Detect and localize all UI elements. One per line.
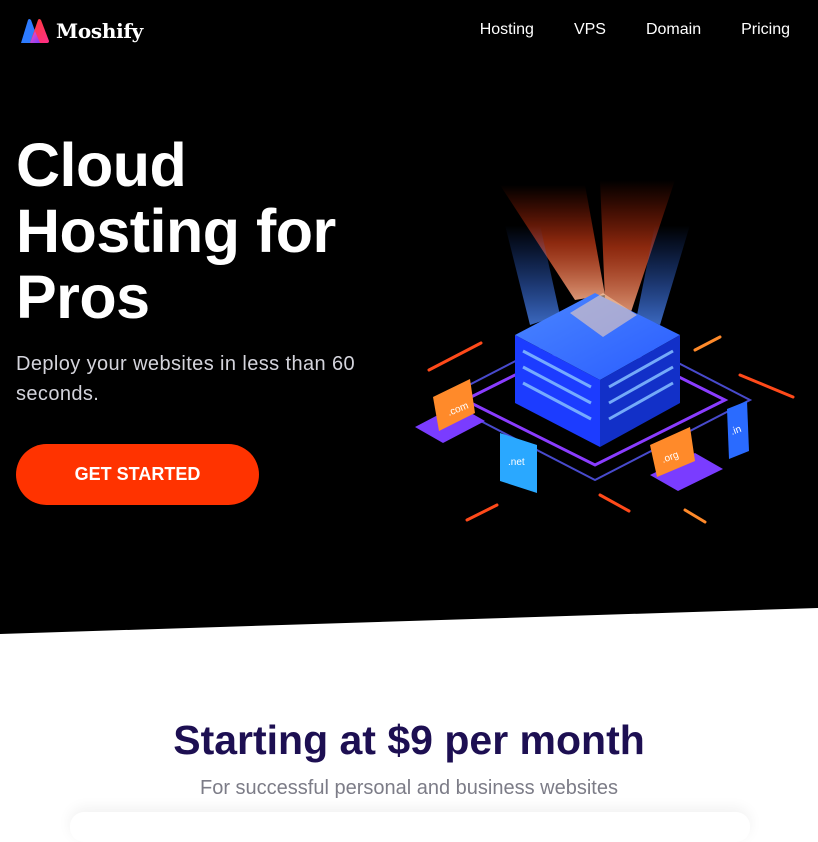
nav-item-pricing[interactable]: Pricing [741, 20, 790, 40]
hero-subtitle: Deploy your websites in less than 60 sec… [16, 353, 356, 405]
hero-title: Cloud Hosting for Pros [16, 132, 336, 330]
main-nav: Hosting VPS Domain Pricing [440, 20, 790, 40]
nav-item-hosting[interactable]: Hosting [480, 20, 534, 40]
pricing-subtitle: For successful personal and business web… [200, 777, 618, 799]
hero-title-line: Hosting for [16, 197, 336, 265]
moshify-logo-icon [21, 19, 49, 43]
domain-label-net: .net [508, 457, 525, 468]
nav-item-domain[interactable]: Domain [646, 20, 701, 40]
hero-title-line: Pros [16, 263, 150, 331]
brand-name: Moshify [56, 19, 144, 43]
nav-item-vps[interactable]: VPS [574, 20, 606, 40]
get-started-button[interactable]: GET STARTED [16, 444, 259, 505]
pricing-card [70, 812, 750, 842]
brand-logo[interactable]: Moshify [19, 16, 143, 46]
server-illustration: .com .net .org .in [415, 180, 795, 524]
pricing-title: Starting at $9 per month [173, 717, 645, 763]
hero-title-line: Cloud [16, 131, 187, 199]
